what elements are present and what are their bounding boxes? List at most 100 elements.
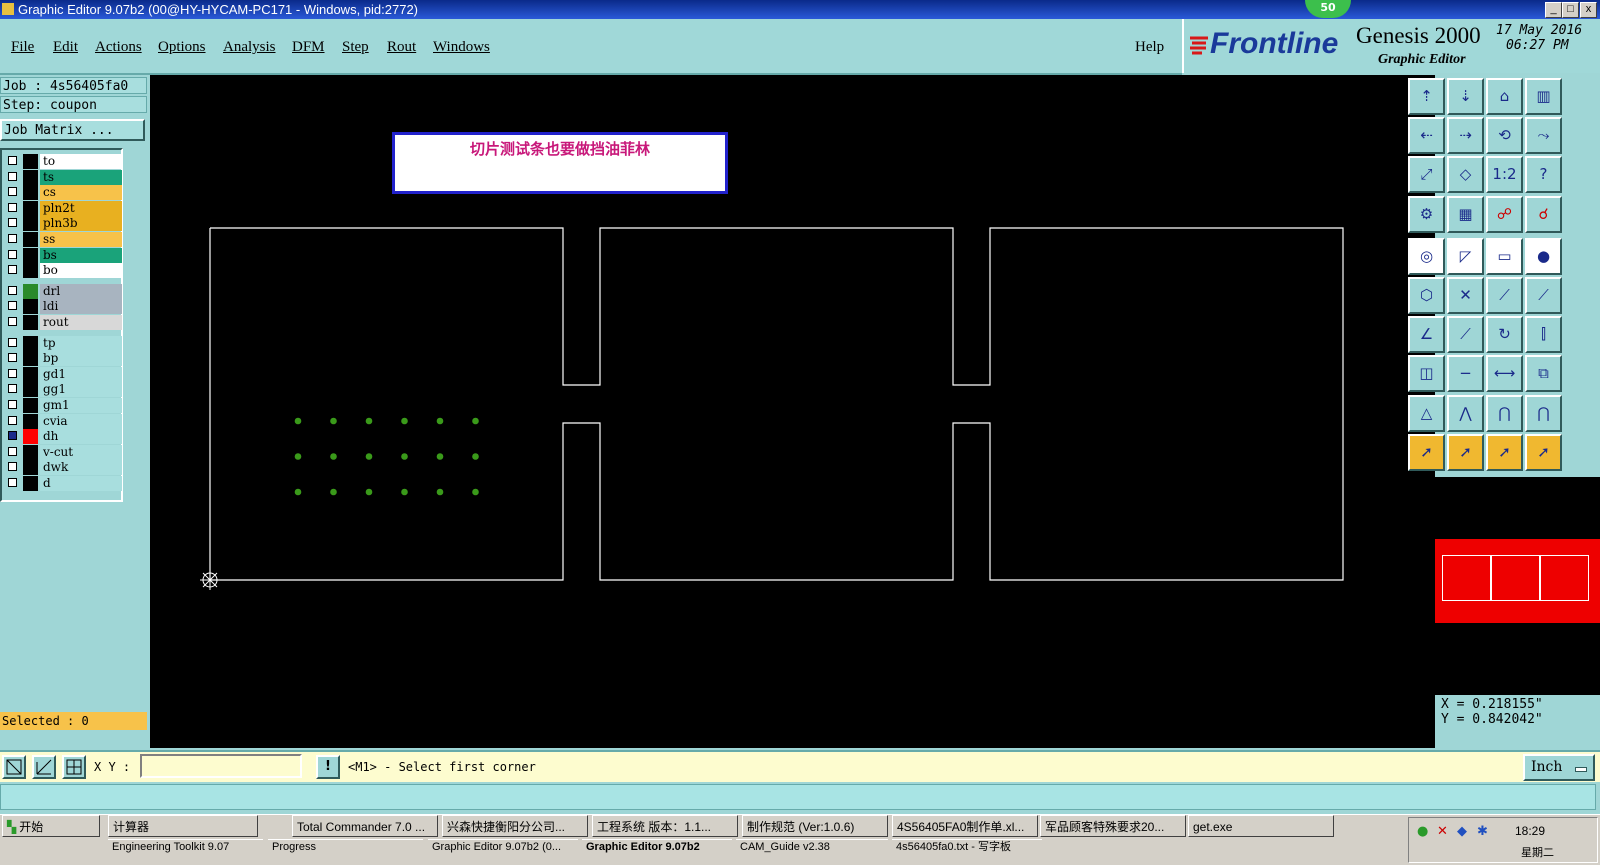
layer-checkbox[interactable]: [8, 400, 17, 409]
taskbar-item[interactable]: Engineering Toolkit 9.07: [108, 839, 263, 853]
xy-input[interactable]: [140, 754, 302, 778]
layer-swatch[interactable]: [23, 476, 38, 491]
menu-edit[interactable]: Edit: [53, 39, 78, 56]
layer-swatch[interactable]: [23, 398, 38, 413]
layer-row-rout[interactable]: rout: [6, 315, 122, 330]
taskbar-item[interactable]: Total Commander 7.0 ...: [292, 815, 438, 837]
layer-name[interactable]: gd1: [40, 366, 122, 382]
menu-step[interactable]: Step: [342, 39, 369, 56]
layer-row-ts[interactable]: ts: [6, 169, 122, 185]
layer-name[interactable]: ss: [40, 232, 122, 247]
layer-row-tp[interactable]: tp: [6, 335, 122, 351]
layer-name[interactable]: gm1: [40, 398, 122, 413]
layer-checkbox[interactable]: [8, 171, 17, 181]
layer-checkbox[interactable]: [8, 337, 17, 347]
taskbar-item[interactable]: get.exe: [1188, 815, 1334, 837]
layer-swatch[interactable]: [23, 154, 38, 169]
snap-line-icon[interactable]: ⤳: [1525, 117, 1562, 155]
fit-icon[interactable]: ⤢: [1408, 156, 1445, 194]
layer-swatch[interactable]: [23, 216, 38, 232]
grid-toggle-icon[interactable]: ▦: [1447, 195, 1484, 233]
span-icon[interactable]: ⟷: [1486, 355, 1523, 393]
layer-name[interactable]: cs: [40, 185, 122, 201]
menu-dfm[interactable]: DFM: [292, 39, 325, 56]
layer-row-pln2t[interactable]: pln2t: [6, 200, 122, 216]
layout-icon[interactable]: ▥: [1525, 78, 1562, 115]
layer-row-drl[interactable]: drl: [6, 283, 122, 299]
taskbar-item[interactable]: Progress: [268, 839, 423, 853]
start-button[interactable]: ▚ 开始: [2, 815, 100, 837]
layer-checkbox[interactable]: [8, 187, 17, 197]
pointer-circle-icon[interactable]: ➚: [1486, 433, 1523, 471]
scale-icon[interactable]: 1:2: [1486, 156, 1523, 194]
minimize-button[interactable]: _: [1545, 2, 1562, 18]
layer-checkbox[interactable]: [8, 156, 17, 165]
layer-name[interactable]: ts: [40, 169, 122, 185]
layer-swatch[interactable]: [23, 263, 38, 279]
tray-icon-sync[interactable]: ◆: [1457, 824, 1467, 839]
line-cut-icon[interactable]: ⟋: [1447, 316, 1484, 354]
layer-swatch[interactable]: [23, 185, 38, 201]
layer-checkbox[interactable]: [8, 234, 17, 243]
layer-checkbox[interactable]: [8, 384, 17, 394]
tray-icon-bluetooth[interactable]: ✱: [1477, 824, 1488, 839]
layer-name[interactable]: gg1: [40, 382, 122, 398]
pointer-select-icon[interactable]: ➚: [1447, 433, 1484, 471]
layer-checkbox[interactable]: [8, 462, 17, 472]
layer-name[interactable]: bo: [40, 263, 122, 279]
layer-row-gg1[interactable]: gg1: [6, 382, 122, 398]
layer-row-bp[interactable]: bp: [6, 351, 122, 367]
layer-checkbox[interactable]: [8, 301, 17, 311]
arch-cross-icon[interactable]: ⋂: [1525, 394, 1562, 432]
layer-row-d[interactable]: d: [6, 476, 122, 491]
layer-row-bo[interactable]: bo: [6, 263, 122, 279]
grid-icon[interactable]: [62, 755, 86, 779]
pointer-icon[interactable]: ➚: [1408, 433, 1445, 471]
layer-name[interactable]: to: [40, 154, 122, 169]
menu-analysis[interactable]: Analysis: [223, 39, 276, 56]
layer-row-v-cut[interactable]: v-cut: [6, 444, 122, 460]
layer-swatch[interactable]: [23, 429, 38, 445]
units-selector[interactable]: Inch: [1523, 754, 1595, 781]
layer-row-ss[interactable]: ss: [6, 232, 122, 247]
layer-name[interactable]: bp: [40, 351, 122, 367]
layer-name[interactable]: cvia: [40, 413, 122, 429]
triangle-up-icon[interactable]: ⋀: [1447, 394, 1484, 432]
layer-row-dh[interactable]: dh: [6, 429, 122, 445]
layer-row-ldi[interactable]: ldi: [6, 299, 122, 315]
taskbar-item[interactable]: 4s56405fa0.txt - 写字板: [892, 839, 1042, 853]
layer-name[interactable]: pln3b: [40, 216, 122, 232]
layer-row-cvia[interactable]: cvia: [6, 413, 122, 429]
move-node-icon[interactable]: ⟋: [1525, 277, 1562, 314]
taskbar-item[interactable]: Graphic Editor 9.07b2: [582, 839, 732, 853]
connect-icon[interactable]: ⟋: [1486, 277, 1523, 314]
layer-checkbox[interactable]: [8, 431, 17, 441]
line-angle-icon[interactable]: ∠: [1408, 316, 1445, 354]
layer-checkbox[interactable]: [8, 353, 17, 363]
select-dot-icon[interactable]: ●: [1525, 237, 1562, 275]
layer-row-cs[interactable]: cs: [6, 185, 122, 201]
taskbar-item[interactable]: 兴森快捷衡阳分公司...: [442, 815, 588, 837]
layer-swatch[interactable]: [23, 299, 38, 315]
move-up-icon[interactable]: ⇡: [1408, 78, 1445, 115]
layer-swatch[interactable]: [23, 232, 38, 247]
join-icon[interactable]: ⬡: [1408, 277, 1445, 314]
menu-help[interactable]: Help: [1135, 39, 1164, 56]
tray-icon-network[interactable]: ●: [1417, 824, 1428, 839]
window-titlebar[interactable]: Graphic Editor 9.07b2 (00@HY-HYCAM-PC171…: [0, 0, 1600, 19]
job-matrix-button[interactable]: Job Matrix ...: [0, 119, 145, 141]
overview-map[interactable]: [1435, 477, 1600, 705]
layer-name[interactable]: dh: [40, 429, 122, 445]
layer-checkbox[interactable]: [8, 202, 17, 212]
layer-checkbox[interactable]: [8, 265, 17, 275]
menu-actions[interactable]: Actions: [95, 39, 142, 56]
add-line-icon[interactable]: ◸: [1447, 237, 1484, 275]
layer-swatch[interactable]: [23, 335, 38, 351]
layer-name[interactable]: dwk: [40, 460, 122, 476]
menu-options[interactable]: Options: [158, 39, 206, 56]
move-down-icon[interactable]: ⇣: [1447, 78, 1484, 115]
layer-swatch[interactable]: [23, 413, 38, 429]
rotate-icon[interactable]: ↻: [1486, 316, 1523, 354]
layer-checkbox[interactable]: [8, 218, 17, 228]
zoom-window-icon[interactable]: [2, 755, 26, 779]
